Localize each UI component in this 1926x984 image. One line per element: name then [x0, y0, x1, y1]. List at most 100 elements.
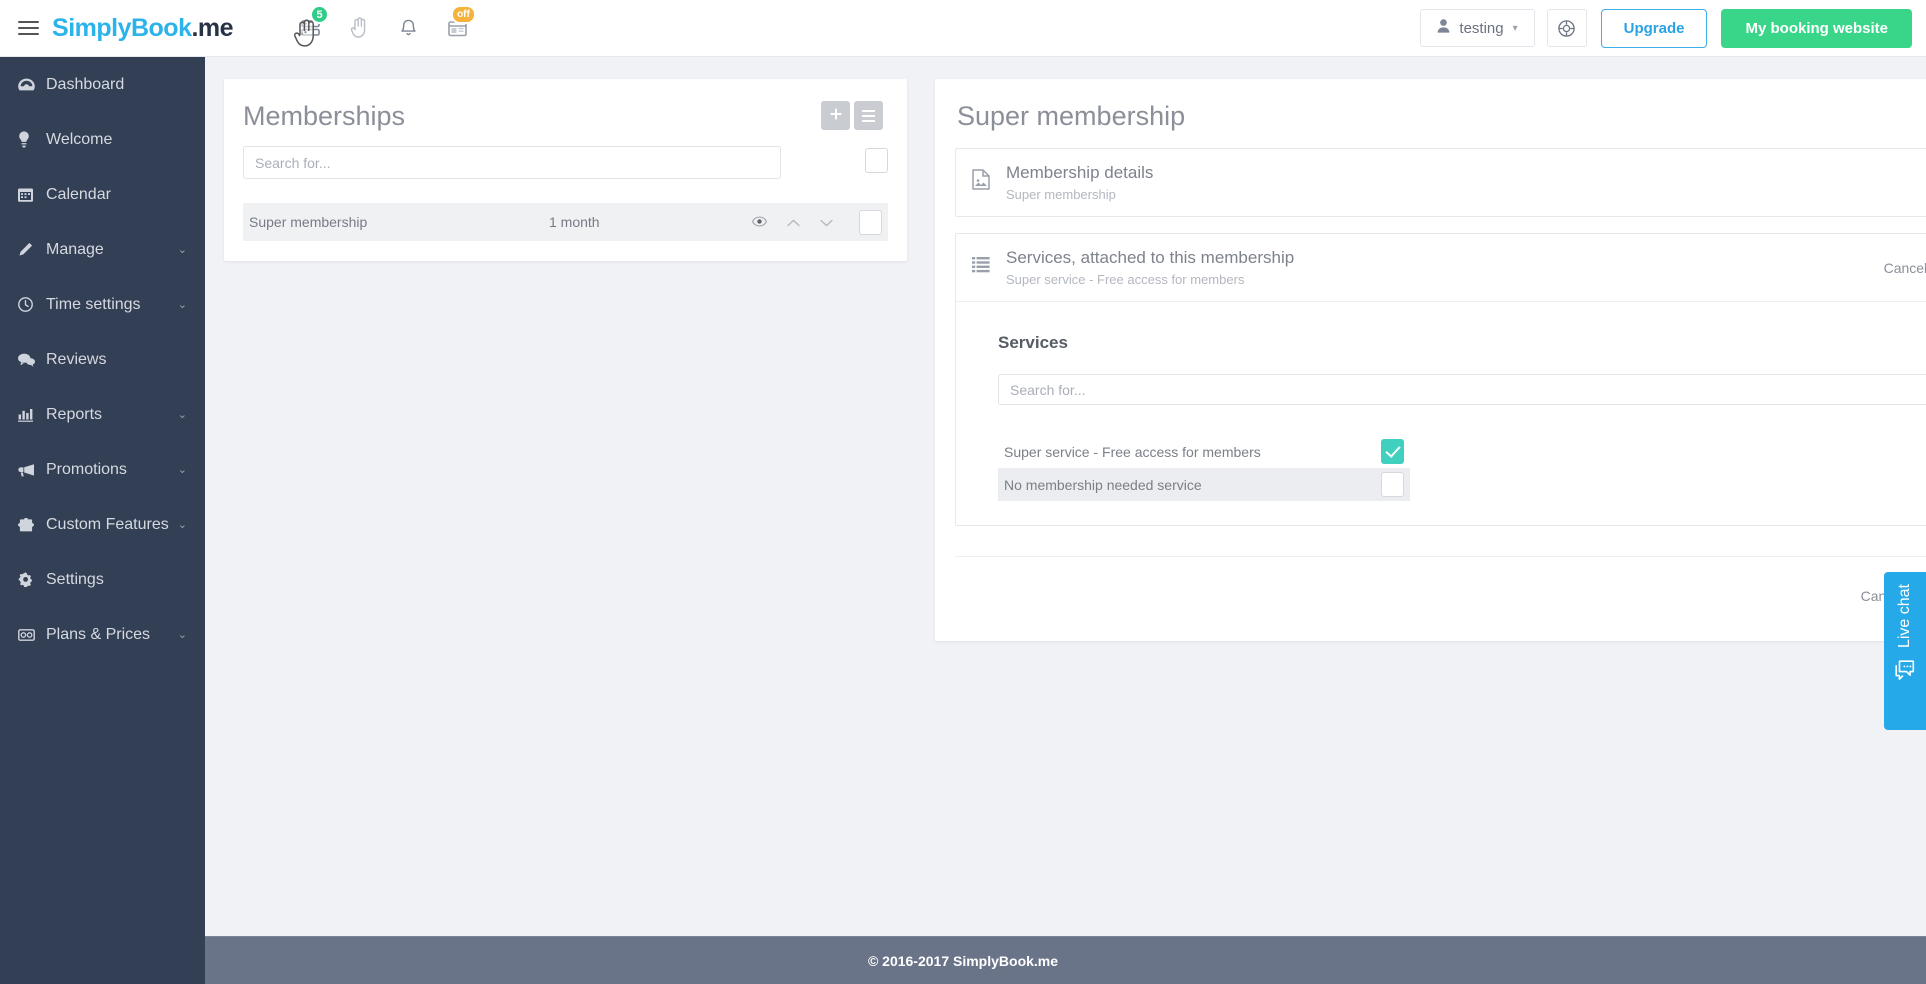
- news-window-icon[interactable]: off: [435, 5, 479, 50]
- lifebuoy-icon[interactable]: [1546, 9, 1587, 47]
- section-text: Services, attached to this membership Su…: [1006, 248, 1884, 287]
- brand-logo-s: S: [52, 13, 69, 42]
- service-checkbox[interactable]: [1381, 472, 1404, 497]
- user-icon: [1437, 19, 1450, 37]
- memberships-select-all-wrapper: [865, 147, 888, 178]
- sidebar-item-label: Manage: [46, 240, 104, 258]
- section-subtitle: Super service - Free access for members: [1006, 272, 1245, 287]
- section-membership-details[interactable]: Membership details Super membership: [955, 148, 1926, 217]
- hamburger-icon[interactable]: [8, 21, 48, 35]
- services-search-input[interactable]: [998, 374, 1926, 405]
- gears-icon: [18, 572, 46, 587]
- sidebar-item-label: Reports: [46, 405, 103, 423]
- header-icon-group: 5 off: [288, 5, 479, 50]
- table-row[interactable]: Super membership 1 month: [243, 203, 888, 241]
- memberships-search-row: [224, 132, 907, 179]
- my-booking-website-button[interactable]: My booking website: [1721, 8, 1912, 48]
- live-chat-tab[interactable]: Live chat: [1884, 572, 1926, 730]
- sidebar-item-label: Plans & Prices: [46, 625, 151, 643]
- services-body: Services Super service - Free: [956, 301, 1926, 525]
- membership-row-actions: [752, 209, 882, 235]
- chevron-down-icon: ⌄: [177, 464, 187, 476]
- sidebar-item-settings[interactable]: Settings: [0, 552, 205, 607]
- news-window-badge: off: [451, 5, 476, 24]
- membership-detail-panel: Super membership Delete ✕: [935, 79, 1926, 641]
- services-search-row: [998, 374, 1926, 405]
- sidebar-item-dashboard[interactable]: Dashboard: [0, 57, 205, 112]
- copyright-text: © 2016-2017 SimplyBook.me: [867, 952, 1059, 969]
- detail-title: Super membership: [957, 101, 1186, 131]
- section-header[interactable]: Services, attached to this membership Su…: [956, 234, 1926, 301]
- list-item[interactable]: Super service - Free access for members: [998, 435, 1410, 468]
- image-file-icon: [972, 169, 1006, 196]
- hand-pointer-icon[interactable]: [337, 6, 381, 50]
- sidebar-item-promotions[interactable]: Promotions ⌄: [0, 442, 205, 497]
- sidebar-item-custom-features[interactable]: Custom Features ⌄: [0, 497, 205, 552]
- header-right-group: testing ▾ Upgrade My booking website: [1420, 8, 1926, 48]
- brand-logo-main: implyBook: [68, 13, 192, 42]
- section-title: Membership details: [1006, 163, 1154, 182]
- membership-name: Super membership: [249, 214, 368, 230]
- caret-down-icon: ▾: [1512, 22, 1518, 34]
- page-footer: © 2016-2017 SimplyBook.me: [0, 936, 1926, 984]
- sidebar-item-label: Settings: [46, 570, 104, 588]
- money-icon: [18, 628, 46, 641]
- services-cancel-button[interactable]: Cancel: [1884, 260, 1926, 276]
- membership-duration: 1 month: [549, 214, 600, 230]
- detail-footer: Cancel Save & Close: [955, 556, 1926, 613]
- speedometer-icon: [18, 78, 46, 91]
- sidebar-item-calendar[interactable]: Calendar: [0, 167, 205, 222]
- memberships-select-all-checkbox[interactable]: [865, 147, 888, 173]
- chevron-down-icon: ⌄: [177, 299, 187, 311]
- bell-icon[interactable]: [386, 6, 430, 50]
- pencil-icon: [18, 242, 46, 257]
- sidebar-item-welcome[interactable]: Welcome: [0, 112, 205, 167]
- chat-bubbles-icon: [1893, 658, 1917, 686]
- server-list-icon[interactable]: 5: [288, 5, 332, 50]
- chevron-down-icon: ⌄: [177, 629, 187, 641]
- memberships-panel: Memberships Super membership 1 month: [224, 79, 907, 261]
- chevron-down-icon[interactable]: [820, 214, 833, 230]
- brand-logo-tld: .me: [191, 13, 234, 42]
- section-text: Membership details Super membership: [1006, 163, 1926, 202]
- section-actions: Cancel Save & Close: [1884, 251, 1926, 285]
- services-title: Services: [998, 332, 1068, 352]
- lightbulb-icon: [18, 131, 46, 148]
- service-label: No membership needed service: [1004, 476, 1202, 493]
- chevron-down-icon: ⌄: [177, 409, 187, 421]
- plus-icon: [830, 108, 842, 123]
- list-item[interactable]: No membership needed service: [998, 468, 1410, 501]
- service-label: Super service - Free access for members: [1004, 443, 1261, 460]
- detail-header: Super membership Delete ✕: [935, 79, 1926, 132]
- sidebar-item-reviews[interactable]: Reviews: [0, 332, 205, 387]
- server-list-badge: 5: [310, 5, 330, 24]
- chevron-up-icon[interactable]: [787, 214, 800, 230]
- main-content: Memberships Super membership 1 month: [205, 57, 1926, 936]
- sidebar-item-label: Promotions: [46, 460, 127, 478]
- memberships-list: Super membership 1 month: [224, 203, 907, 261]
- sidebar-item-plans-prices[interactable]: Plans & Prices ⌄: [0, 607, 205, 662]
- upgrade-button[interactable]: Upgrade: [1600, 8, 1708, 48]
- memberships-header: Memberships: [224, 79, 907, 132]
- sidebar-item-reports[interactable]: Reports ⌄: [0, 387, 205, 442]
- sidebar-item-manage[interactable]: Manage ⌄: [0, 222, 205, 277]
- services-header: Services: [998, 328, 1926, 357]
- section-services-attached: Services, attached to this membership Su…: [955, 233, 1926, 526]
- comments-icon: [18, 353, 46, 367]
- service-checkbox[interactable]: [1381, 439, 1404, 464]
- memberships-search-input[interactable]: [243, 146, 781, 179]
- sidebar-item-label: Welcome: [46, 130, 113, 148]
- calendar-icon: [18, 187, 46, 202]
- membership-row-checkbox[interactable]: [859, 209, 882, 235]
- add-membership-button[interactable]: [821, 101, 850, 130]
- live-chat-label: Live chat: [1896, 584, 1913, 649]
- eye-icon[interactable]: [752, 214, 767, 230]
- sidebar-item-label: Dashboard: [46, 75, 125, 93]
- section-subtitle: Super membership: [1006, 187, 1116, 202]
- megaphone-icon: [18, 463, 46, 477]
- brand-logo[interactable]: SimplyBook.me: [52, 13, 234, 43]
- sidebar-item-time-settings[interactable]: Time settings ⌄: [0, 277, 205, 332]
- membership-list-options-button[interactable]: [854, 101, 883, 130]
- user-menu[interactable]: testing ▾: [1420, 9, 1535, 47]
- list-icon: [862, 109, 875, 122]
